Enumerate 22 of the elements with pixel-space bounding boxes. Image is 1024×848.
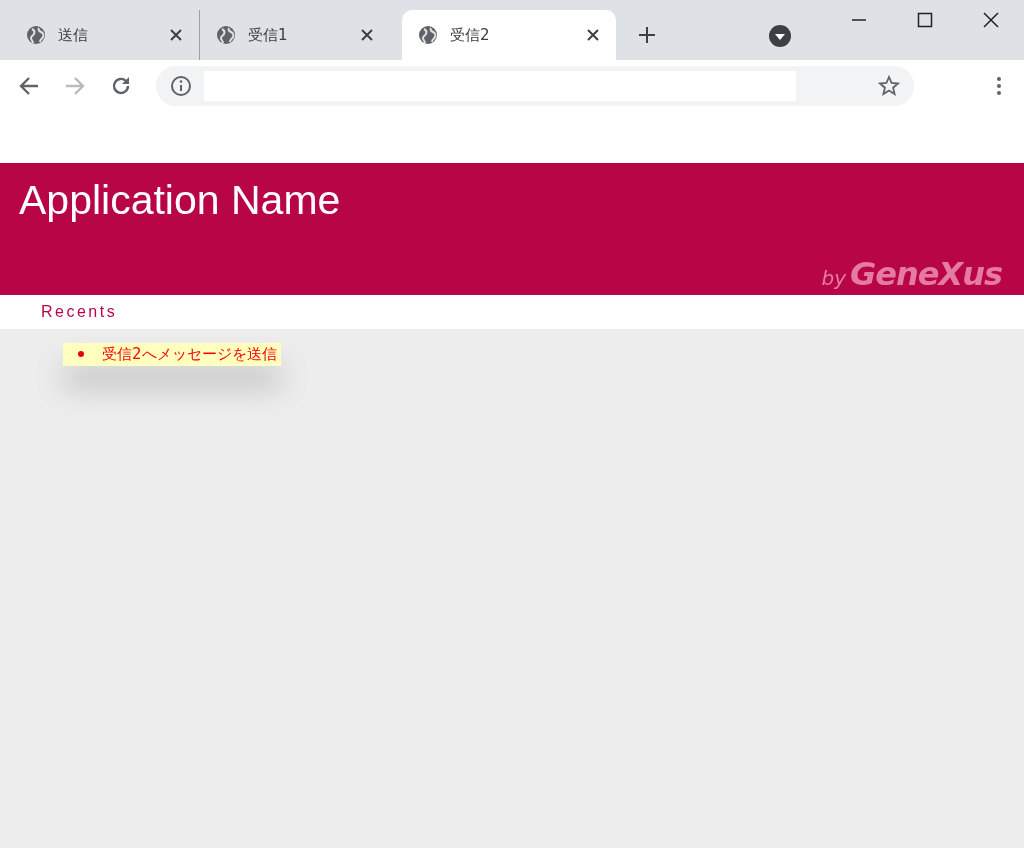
close-icon[interactable] bbox=[983, 12, 999, 28]
bullet-icon bbox=[78, 351, 84, 357]
back-arrow-icon[interactable] bbox=[18, 75, 40, 97]
reload-icon[interactable] bbox=[110, 75, 132, 97]
star-icon[interactable] bbox=[878, 75, 900, 97]
logo: by GeneXus bbox=[821, 255, 1002, 293]
plus-icon[interactable] bbox=[638, 26, 656, 44]
dropdown-icon[interactable] bbox=[769, 25, 791, 47]
globe-icon bbox=[418, 25, 438, 45]
more-vertical-icon[interactable] bbox=[996, 76, 1002, 96]
message-item: 受信2へメッセージを送信 bbox=[63, 342, 281, 366]
close-icon[interactable] bbox=[169, 28, 183, 42]
browser-tab[interactable]: 受信2 bbox=[402, 10, 616, 60]
close-icon[interactable] bbox=[586, 28, 600, 42]
recents-link[interactable]: Recents bbox=[41, 303, 118, 321]
maximize-icon[interactable] bbox=[917, 12, 933, 28]
browser-tab[interactable]: 受信1 bbox=[200, 10, 390, 60]
globe-icon bbox=[216, 25, 236, 45]
close-icon[interactable] bbox=[360, 28, 374, 42]
app-title: Application Name bbox=[19, 177, 342, 224]
info-icon[interactable] bbox=[170, 75, 192, 97]
globe-icon bbox=[26, 25, 46, 45]
